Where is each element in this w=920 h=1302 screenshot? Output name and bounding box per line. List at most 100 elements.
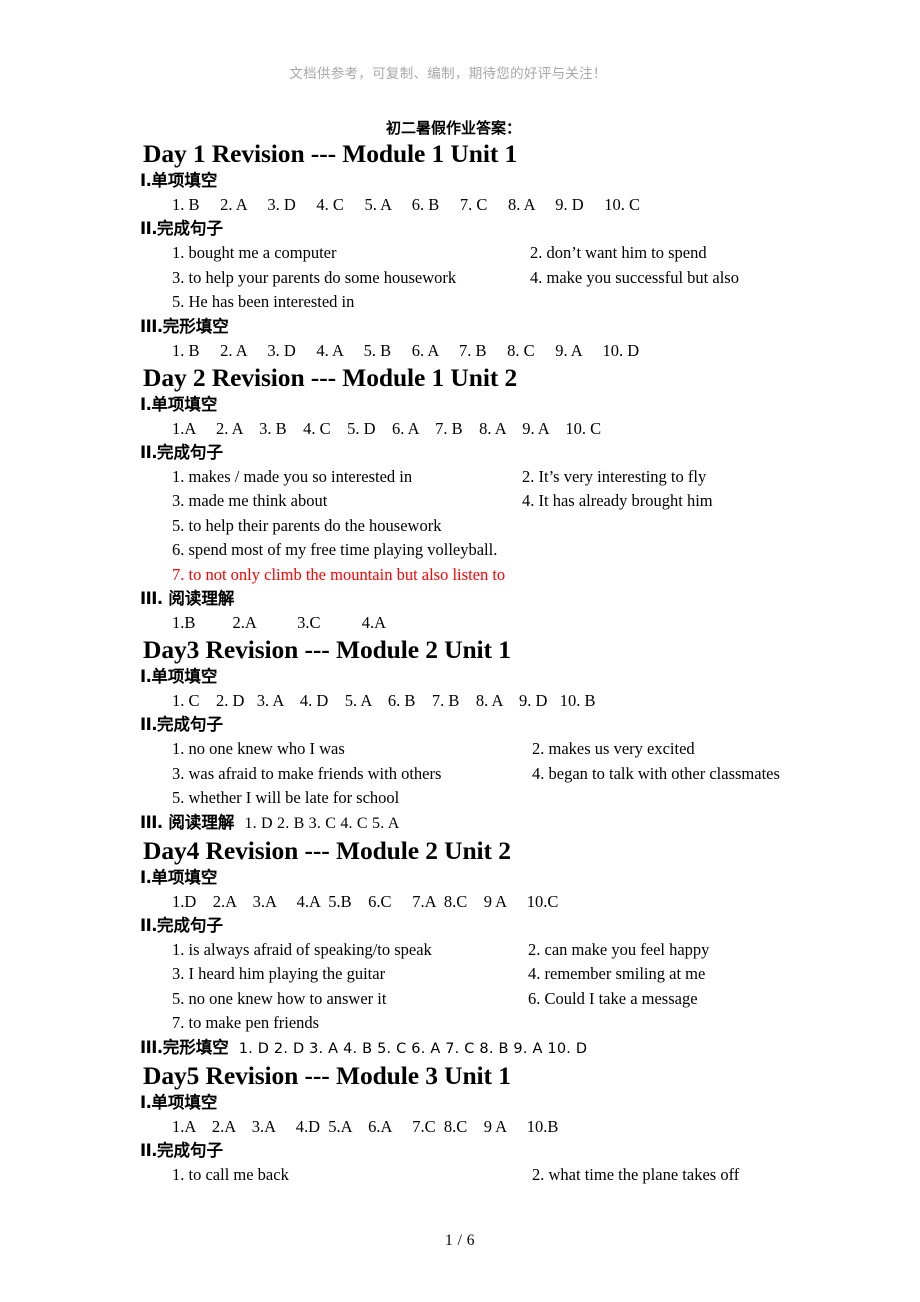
part-title: 完成句子	[157, 442, 224, 462]
sentence-left: 5. no one knew how to answer it	[172, 988, 387, 1008]
sentence-left: 3. to help your parents do some housewor…	[172, 267, 457, 287]
answer-list: 1. C 2. D 3. A 4. D 5. A 6. B 7. B 8. A …	[172, 691, 596, 710]
sentence-right: 2. can make you feel happy	[528, 939, 710, 959]
sentence-right: 4. began to talk with other classmates	[532, 763, 780, 783]
part-roman-numeral: I.	[140, 171, 152, 190]
part-heading: III. 阅读理解 1. D 2. B 3. C 4. C 5. A	[140, 811, 920, 836]
sentence-left: 7. to not only climb the mountain but al…	[172, 564, 506, 584]
part-title: 完形填空	[162, 316, 229, 336]
part-heading: II.完成句子	[140, 217, 920, 241]
part-title: 单项填空	[151, 394, 218, 414]
document-page: 文档供参考，可复制、编制，期待您的好评与关注！ 初二暑假作业答案： Day 1 …	[0, 0, 920, 1302]
sentence-row: 1. makes / made you so interested in 2. I…	[172, 465, 920, 490]
part-heading: I.单项填空	[140, 866, 920, 890]
part-heading: II.完成句子	[140, 914, 920, 938]
sentence-right: 4. make you successful but also	[530, 267, 739, 287]
part-roman-numeral: III.	[140, 1037, 163, 1057]
sentence-left: 1. to call me back	[172, 1164, 289, 1184]
answer-list: 1.D 2.A 3.A 4.A 5.B 6.C 7.A 8.C 9 A 10.C	[172, 891, 559, 911]
sentence-row: 7. to not only climb the mountain but al…	[172, 563, 920, 588]
sentence-left: 7. to make pen friends	[172, 1013, 320, 1032]
part-roman-numeral: II.	[140, 442, 158, 462]
part-title: 完成句子	[157, 915, 224, 935]
answer-list: 1.A 2. A 3. B 4. C 5. D 6. A 7. B 8. A 9…	[172, 418, 602, 438]
answer-list: 1.A 2.A 3.A 4.D 5.A 6.A 7.C 8.C 9 A 10.B	[172, 1116, 559, 1136]
part-roman-numeral: II.	[140, 219, 158, 238]
sentence-left: 3. I heard him playing the guitar	[172, 964, 386, 983]
sentence-left: 5. whether I will be late for school	[172, 788, 400, 807]
answer-list: 1. B 2. A 3. D 4. C 5. A 6. B 7. C 8. A …	[172, 195, 641, 214]
sentence-left: 3. made me think about	[172, 491, 328, 510]
sentence-left: 6. spend most of my free time playing vo…	[172, 540, 498, 559]
part-roman-numeral: II.	[140, 715, 158, 734]
day-heading: Day3 Revision --- Module 2 Unit 1	[143, 635, 511, 664]
sentence-row: 3. made me think about 4. It has already …	[172, 489, 920, 514]
part-title: 完成句子	[157, 1140, 224, 1160]
sentence-left: 5. He has been interested in	[172, 292, 355, 311]
part-title: 完形填空	[162, 1037, 229, 1057]
day-section: Day 1 Revision --- Module 1 Unit 1 I.单项填空…	[0, 139, 920, 363]
sentence-left: 5. to help their parents do the housewor…	[172, 515, 442, 535]
sentence-row: 5. no one knew how to answer it 6. Could …	[172, 987, 920, 1012]
part-title: 单项填空	[151, 867, 218, 887]
part-roman-numeral: II.	[140, 1140, 158, 1160]
sentence-right: 2. what time the plane takes off	[532, 1164, 740, 1184]
part-heading: I.单项填空	[140, 169, 920, 193]
part-heading: I.单项填空	[140, 665, 920, 689]
day-heading: Day 2 Revision --- Module 1 Unit 2	[143, 362, 518, 392]
part-heading: I.单项填空	[140, 393, 920, 417]
sentence-right: 2. don’t want him to spend	[530, 243, 707, 262]
sections-container: Day 1 Revision --- Module 1 Unit 1 I.单项填空…	[0, 139, 920, 1187]
sentence-row: 1. bought me a computer 2. don’t want him…	[172, 241, 920, 266]
part-heading: III.完形填空	[140, 315, 920, 339]
sentence-row: 5. to help their parents do the housewor…	[172, 514, 920, 539]
part-roman-numeral: II.	[140, 915, 158, 935]
sentence-right: 2. makes us very excited	[532, 739, 695, 758]
document-title: 初二暑假作业答案：	[386, 119, 522, 137]
part-heading: III.完形填空 1. D 2. D 3. A 4. B 5. C 6. A 7.…	[140, 1036, 920, 1061]
day-section: Day5 Revision --- Module 3 Unit 1 I.单项填空 1…	[0, 1061, 920, 1188]
day-heading: Day5 Revision --- Module 3 Unit 1	[143, 1060, 511, 1090]
part-roman-numeral: III.	[140, 589, 163, 608]
part-roman-numeral: I.	[140, 1092, 152, 1112]
sentence-row: 3. I heard him playing the guitar 4. reme…	[172, 962, 920, 987]
answer-list-inline: 1. D 2. D 3. A 4. B 5. C 6. A 7. C 8. B …	[238, 1040, 588, 1057]
sentence-row: 1. no one knew who I was 2. makes us very…	[172, 737, 920, 762]
part-title: 单项填空	[151, 667, 218, 686]
part-roman-numeral: I.	[140, 867, 152, 887]
part-title: 单项填空	[151, 1092, 218, 1112]
part-roman-numeral: I.	[140, 394, 152, 414]
sentence-left: 1. is always afraid of speaking/to speak	[172, 939, 432, 959]
part-title: 阅读理解	[162, 589, 235, 608]
answer-list: 1. B 2. A 3. D 4. A 5. B 6. A 7. B 8. C …	[172, 340, 640, 360]
sentence-left: 1. bought me a computer	[172, 243, 337, 262]
part-heading: I.单项填空	[140, 1091, 920, 1115]
sentence-row: 3. was afraid to make friends with other…	[172, 762, 920, 787]
watermark-notice: 文档供参考，可复制、编制，期待您的好评与关注！	[289, 66, 607, 82]
sentence-row: 3. to help your parents do some housewor…	[172, 266, 920, 291]
sentence-right: 4. remember smiling at me	[528, 964, 706, 983]
part-title: 阅读理解	[162, 812, 235, 832]
sentence-left: 1. makes / made you so interested in	[172, 466, 413, 486]
part-roman-numeral: III.	[140, 812, 163, 832]
answer-list: 1.B 2.A 3.C 4.A	[172, 613, 387, 632]
answer-list-inline: 1. D 2. B 3. C 4. C 5. A	[244, 814, 400, 832]
part-heading: II.完成句子	[140, 441, 920, 465]
part-heading: II.完成句子	[140, 713, 920, 737]
day-section: Day4 Revision --- Module 2 Unit 2 I.单项填空 1…	[0, 836, 920, 1061]
day-section: Day 2 Revision --- Module 1 Unit 2 I.单项填空…	[0, 363, 920, 636]
sentence-row: 5. He has been interested in	[172, 290, 920, 315]
part-title: 单项填空	[151, 171, 218, 190]
part-title: 完成句子	[157, 219, 224, 238]
sentence-left: 3. was afraid to make friends with other…	[172, 763, 442, 783]
part-roman-numeral: I.	[140, 667, 152, 686]
sentence-row: 1. is always afraid of speaking/to speak…	[172, 938, 920, 963]
sentence-row: 6. spend most of my free time playing vo…	[172, 538, 920, 563]
day-heading: Day 1 Revision --- Module 1 Unit 1	[143, 139, 518, 168]
sentence-row: 1. to call me back 2. what time the plane…	[172, 1163, 920, 1188]
part-roman-numeral: III.	[140, 316, 163, 336]
day-section: Day3 Revision --- Module 2 Unit 1 I.单项填空 1…	[0, 635, 920, 836]
part-title: 完成句子	[157, 715, 224, 734]
sentence-left: 1. no one knew who I was	[172, 739, 345, 758]
sentence-right: 4. It has already brought him	[522, 491, 713, 510]
